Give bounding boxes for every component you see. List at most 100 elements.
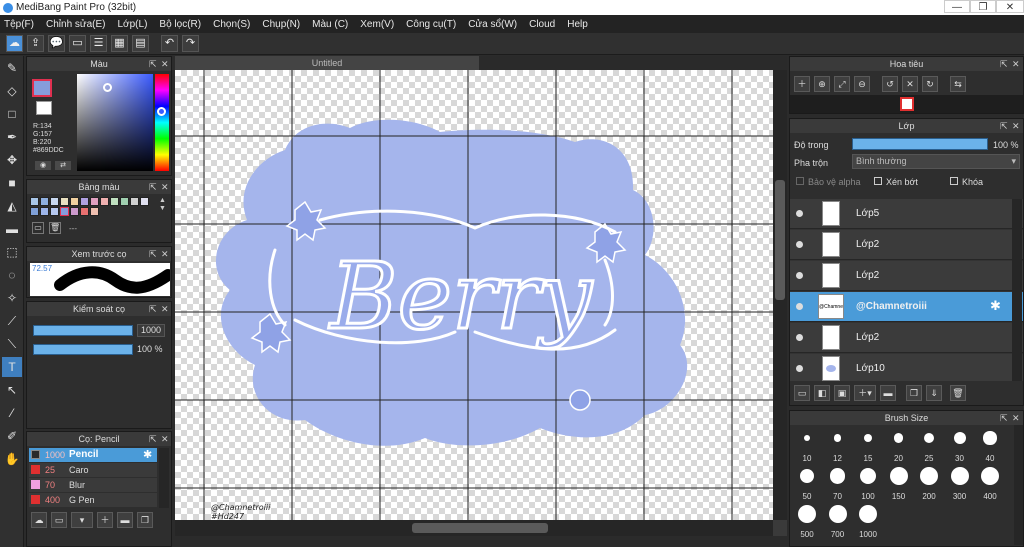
close-panel-icon[interactable]: ✕	[161, 247, 169, 261]
visibility-eye-icon[interactable]	[796, 303, 803, 310]
brush-size-option[interactable]: 12	[823, 427, 853, 463]
palette-swatch[interactable]	[70, 207, 79, 216]
popout-icon[interactable]: ⇱	[149, 57, 157, 71]
nav-reset-icon[interactable]: ✕	[902, 76, 918, 92]
new-brush-icon[interactable]: ▭	[51, 512, 67, 528]
comment-icon[interactable]: 💬	[48, 35, 65, 52]
lock-checkbox[interactable]	[950, 177, 958, 185]
menu-color[interactable]: Màu (C)	[312, 19, 348, 30]
export-icon[interactable]: ⇪	[27, 35, 44, 52]
palette-scroll-up-icon[interactable]: ▲	[159, 197, 166, 205]
menu-select[interactable]: Chọn(S)	[213, 19, 250, 30]
add-brush-cloud-icon[interactable]: ☁	[31, 512, 47, 528]
visibility-eye-icon[interactable]	[796, 365, 803, 372]
tab-untitled[interactable]: Untitled	[175, 56, 479, 70]
tiles-icon[interactable]: ▤	[132, 35, 149, 52]
gear-icon[interactable]: ✱	[990, 298, 1001, 314]
menu-file[interactable]: Tệp(F)	[4, 19, 34, 30]
visibility-eye-icon[interactable]	[796, 334, 803, 341]
eraser-tool-icon[interactable]: ◇	[2, 81, 22, 101]
menu-snap[interactable]: Chụp(N)	[262, 19, 300, 30]
undo-icon[interactable]: ↶	[161, 35, 178, 52]
palette-swatch[interactable]	[50, 197, 59, 206]
color-swap-button[interactable]: ⇄	[55, 161, 71, 170]
brush-opacity-slider[interactable]	[33, 344, 133, 355]
delete-palette-icon[interactable]: 🗑	[49, 222, 61, 234]
brush-item-caro[interactable]: 25 Caro	[29, 463, 157, 477]
grid-icon[interactable]: ▦	[111, 35, 128, 52]
palette-swatch[interactable]	[30, 207, 39, 216]
nav-rotate-left-icon[interactable]: ↺	[882, 76, 898, 92]
eyedropper-tool-icon[interactable]: ✐	[2, 426, 22, 446]
close-panel-icon[interactable]: ✕	[1012, 119, 1020, 133]
layer-item[interactable]: Lớp2	[790, 261, 1023, 291]
menu-cloud[interactable]: Cloud	[529, 19, 555, 30]
palette-scroll-down-icon[interactable]: ▼	[159, 205, 166, 213]
brush-size-option[interactable]: 400	[975, 465, 1005, 501]
popout-icon[interactable]: ⇱	[149, 247, 157, 261]
brush-size-option[interactable]: 40	[975, 427, 1005, 463]
close-button[interactable]: ✕	[996, 0, 1024, 13]
brush-item-pencil[interactable]: 1000 Pencil ✱	[29, 448, 157, 462]
blend-mode-select[interactable]: Bình thường ▾	[852, 154, 1020, 169]
brush-size-option[interactable]: 20	[884, 427, 914, 463]
palette-swatch[interactable]	[80, 197, 89, 206]
palette-swatch[interactable]	[120, 197, 129, 206]
hue-slider[interactable]	[155, 74, 169, 171]
visibility-eye-icon[interactable]	[796, 272, 803, 279]
menu-edit[interactable]: Chỉnh sửa(E)	[46, 19, 106, 30]
layer-item[interactable]: Lớp2	[790, 323, 1023, 353]
popout-icon[interactable]: ⇱	[1000, 411, 1008, 425]
palette-swatch[interactable]	[130, 197, 139, 206]
brush-item-blur[interactable]: 70 Blur	[29, 478, 157, 492]
palette-swatch[interactable]	[90, 207, 99, 216]
nav-zoom-out-icon[interactable]: ⊖	[854, 76, 870, 92]
brush-size-slider[interactable]	[33, 325, 133, 336]
popout-icon[interactable]: ⇱	[149, 302, 157, 316]
rectangle-tool-icon[interactable]: □	[2, 104, 22, 124]
menu-filter[interactable]: Bộ lọc(R)	[159, 19, 201, 30]
popout-icon[interactable]: ⇱	[1000, 119, 1008, 133]
canvas-vertical-scrollbar[interactable]	[773, 70, 787, 520]
palette-swatch[interactable]	[60, 197, 69, 206]
palette-swatch[interactable]	[90, 197, 99, 206]
delete-layer-icon[interactable]: 🗑	[950, 385, 966, 401]
brush-size-option[interactable]: 100	[853, 465, 883, 501]
nav-zoom-in-icon[interactable]: ＋	[794, 76, 810, 92]
brush-size-option[interactable]: 300	[945, 465, 975, 501]
brush-size-value[interactable]: 1000	[137, 324, 165, 337]
protect-alpha-checkbox[interactable]	[796, 177, 804, 185]
menu-help[interactable]: Help	[567, 19, 588, 30]
select-eraser-tool-icon[interactable]: ⟍	[2, 334, 22, 354]
popout-icon[interactable]: ⇱	[1000, 57, 1008, 71]
sub-color-swatch[interactable]	[36, 101, 52, 115]
brush-menu-icon[interactable]: ▾	[71, 512, 93, 528]
close-panel-icon[interactable]: ✕	[161, 57, 169, 71]
nav-flip-icon[interactable]: ⇆	[950, 76, 966, 92]
brush-folder-icon[interactable]: ▬	[117, 512, 133, 528]
pen-tool-icon[interactable]: ✒	[2, 127, 22, 147]
gradient-tool-icon[interactable]: ▬	[2, 219, 22, 239]
document-icon[interactable]: ☰	[90, 35, 107, 52]
brush-size-option[interactable]: 50	[792, 465, 822, 501]
brush-size-scrollbar[interactable]	[1014, 425, 1023, 545]
palette-swatch[interactable]	[60, 207, 69, 216]
popout-icon[interactable]: ⇱	[149, 180, 157, 194]
layer-item-selected[interactable]: @Chamnetroiii @Chamnetroiii ✱	[790, 292, 1023, 322]
menu-view[interactable]: Xem(V)	[360, 19, 394, 30]
brush-size-option[interactable]: 500	[792, 503, 822, 539]
palette-swatch[interactable]	[110, 197, 119, 206]
menu-window[interactable]: Cửa sổ(W)	[468, 19, 517, 30]
lasso-tool-icon[interactable]: ◌	[2, 265, 22, 285]
layer-item[interactable]: Lớp5	[790, 199, 1023, 229]
brush-size-option[interactable]: 1000	[853, 503, 883, 539]
new-palette-icon[interactable]: ▭	[32, 222, 44, 234]
visibility-eye-icon[interactable]	[796, 210, 803, 217]
cloud-icon[interactable]: ☁	[6, 35, 23, 52]
palette-swatch[interactable]	[40, 197, 49, 206]
brush-size-option[interactable]: 30	[945, 427, 975, 463]
palette-swatch[interactable]	[80, 207, 89, 216]
drawing-canvas[interactable]: Berry @Chamnetroiii #Hd247	[175, 70, 773, 520]
new-8bit-layer-icon[interactable]: ▣	[834, 385, 850, 401]
select-pen-tool-icon[interactable]: ⟋	[2, 311, 22, 331]
